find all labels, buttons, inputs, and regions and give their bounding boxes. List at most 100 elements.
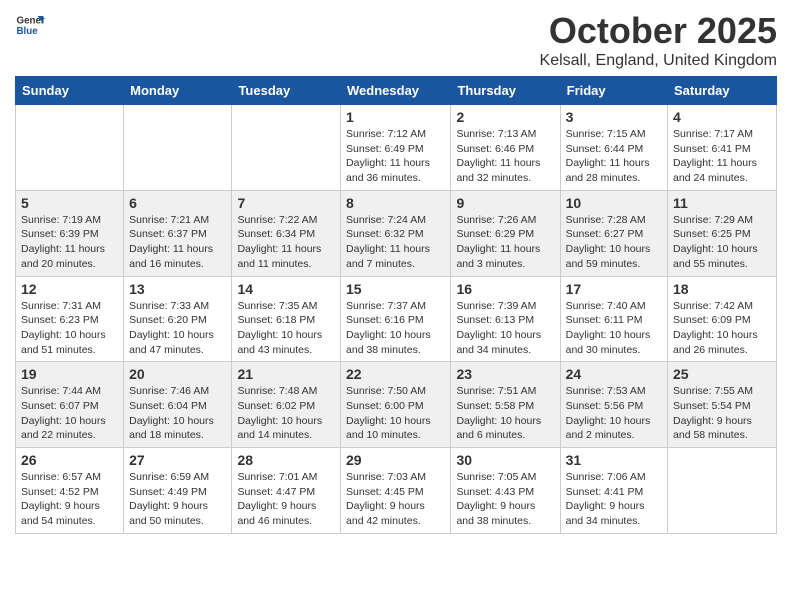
- day-info: Sunrise: 7:15 AM Sunset: 6:44 PM Dayligh…: [566, 127, 662, 186]
- day-cell: 8 Sunrise: 7:24 AM Sunset: 6:32 PM Daylig…: [341, 190, 451, 276]
- day-number: 13: [129, 281, 226, 297]
- day-info: Sunrise: 7:05 AM Sunset: 4:43 PM Dayligh…: [456, 470, 554, 529]
- day-number: 28: [237, 452, 335, 468]
- weekday-header-row: SundayMondayTuesdayWednesdayThursdayFrid…: [16, 77, 777, 105]
- day-number: 4: [673, 109, 771, 125]
- day-cell: 11 Sunrise: 7:29 AM Sunset: 6:25 PM Dayli…: [668, 190, 777, 276]
- day-info: Sunrise: 7:31 AM Sunset: 6:23 PM Dayligh…: [21, 299, 118, 358]
- day-number: 24: [566, 366, 662, 382]
- day-cell: 12Sunrise: 7:31 AM Sunset: 6:23 PM Dayli…: [16, 276, 124, 362]
- day-info: Sunrise: 7:50 AM Sunset: 6:00 PM Dayligh…: [346, 384, 445, 443]
- header: General Blue October 2025 Kelsall, Engla…: [15, 10, 777, 70]
- day-number: 2: [456, 109, 554, 125]
- weekday-header-monday: Monday: [124, 77, 232, 105]
- day-cell: 25 Sunrise: 7:55 AM Sunset: 5:54 PM Dayli…: [668, 362, 777, 448]
- day-info: Sunrise: 7:12 AM Sunset: 6:49 PM Dayligh…: [346, 127, 445, 186]
- day-cell: 7 Sunrise: 7:22 AM Sunset: 6:34 PM Daylig…: [232, 190, 341, 276]
- day-number: 11: [673, 195, 771, 211]
- day-cell: 10 Sunrise: 7:28 AM Sunset: 6:27 PM Dayli…: [560, 190, 667, 276]
- day-number: 31: [566, 452, 662, 468]
- day-info: Sunrise: 7:17 AM Sunset: 6:41 PM Dayligh…: [673, 127, 771, 186]
- day-cell: 23Sunrise: 7:51 AM Sunset: 5:58 PM Dayli…: [451, 362, 560, 448]
- day-number: 27: [129, 452, 226, 468]
- day-cell: 26 Sunrise: 6:57 AM Sunset: 4:52 PM Dayli…: [16, 448, 124, 534]
- day-info: Sunrise: 7:26 AM Sunset: 6:29 PM Dayligh…: [456, 213, 554, 272]
- day-info: Sunrise: 6:59 AM Sunset: 4:49 PM Dayligh…: [129, 470, 226, 529]
- day-number: 5: [21, 195, 118, 211]
- day-number: 20: [129, 366, 226, 382]
- day-number: 3: [566, 109, 662, 125]
- day-cell: [16, 105, 124, 191]
- location-title: Kelsall, England, United Kingdom: [540, 52, 777, 70]
- day-info: Sunrise: 7:24 AM Sunset: 6:32 PM Dayligh…: [346, 213, 445, 272]
- day-number: 25: [673, 366, 771, 382]
- day-number: 14: [237, 281, 335, 297]
- day-number: 16: [456, 281, 554, 297]
- calendar-body: 1 Sunrise: 7:12 AM Sunset: 6:49 PM Daylig…: [16, 105, 777, 534]
- weekday-header-wednesday: Wednesday: [341, 77, 451, 105]
- day-cell: 17 Sunrise: 7:40 AM Sunset: 6:11 PM Dayli…: [560, 276, 667, 362]
- day-info: Sunrise: 7:03 AM Sunset: 4:45 PM Dayligh…: [346, 470, 445, 529]
- day-cell: 20 Sunrise: 7:46 AM Sunset: 6:04 PM Dayli…: [124, 362, 232, 448]
- day-cell: 27 Sunrise: 6:59 AM Sunset: 4:49 PM Dayli…: [124, 448, 232, 534]
- week-row-4: 26 Sunrise: 6:57 AM Sunset: 4:52 PM Dayli…: [16, 448, 777, 534]
- day-cell: 19 Sunrise: 7:44 AM Sunset: 6:07 PM Dayli…: [16, 362, 124, 448]
- day-info: Sunrise: 7:40 AM Sunset: 6:11 PM Dayligh…: [566, 299, 662, 358]
- weekday-header-friday: Friday: [560, 77, 667, 105]
- week-row-0: 1 Sunrise: 7:12 AM Sunset: 6:49 PM Daylig…: [16, 105, 777, 191]
- month-title: October 2025: [540, 10, 777, 52]
- day-info: Sunrise: 7:28 AM Sunset: 6:27 PM Dayligh…: [566, 213, 662, 272]
- day-cell: 24 Sunrise: 7:53 AM Sunset: 5:56 PM Dayli…: [560, 362, 667, 448]
- day-info: Sunrise: 7:22 AM Sunset: 6:34 PM Dayligh…: [237, 213, 335, 272]
- day-number: 8: [346, 195, 445, 211]
- day-cell: [668, 448, 777, 534]
- day-cell: 5 Sunrise: 7:19 AM Sunset: 6:39 PM Daylig…: [16, 190, 124, 276]
- day-info: Sunrise: 6:57 AM Sunset: 4:52 PM Dayligh…: [21, 470, 118, 529]
- day-cell: 1 Sunrise: 7:12 AM Sunset: 6:49 PM Daylig…: [341, 105, 451, 191]
- day-cell: 31 Sunrise: 7:06 AM Sunset: 4:41 PM Dayli…: [560, 448, 667, 534]
- day-number: 6: [129, 195, 226, 211]
- day-info: Sunrise: 7:44 AM Sunset: 6:07 PM Dayligh…: [21, 384, 118, 443]
- day-cell: 22Sunrise: 7:50 AM Sunset: 6:00 PM Dayli…: [341, 362, 451, 448]
- day-info: Sunrise: 7:55 AM Sunset: 5:54 PM Dayligh…: [673, 384, 771, 443]
- day-number: 9: [456, 195, 554, 211]
- logo: General Blue: [15, 10, 45, 40]
- day-cell: 9 Sunrise: 7:26 AM Sunset: 6:29 PM Daylig…: [451, 190, 560, 276]
- day-info: Sunrise: 7:35 AM Sunset: 6:18 PM Dayligh…: [237, 299, 335, 358]
- calendar-table: SundayMondayTuesdayWednesdayThursdayFrid…: [15, 76, 777, 534]
- day-cell: 18Sunrise: 7:42 AM Sunset: 6:09 PM Dayli…: [668, 276, 777, 362]
- day-info: Sunrise: 7:13 AM Sunset: 6:46 PM Dayligh…: [456, 127, 554, 186]
- day-info: Sunrise: 7:33 AM Sunset: 6:20 PM Dayligh…: [129, 299, 226, 358]
- day-cell: 16Sunrise: 7:39 AM Sunset: 6:13 PM Dayli…: [451, 276, 560, 362]
- day-cell: 6Sunrise: 7:21 AM Sunset: 6:37 PM Daylig…: [124, 190, 232, 276]
- logo-icon: General Blue: [15, 10, 45, 40]
- day-info: Sunrise: 7:46 AM Sunset: 6:04 PM Dayligh…: [129, 384, 226, 443]
- day-info: Sunrise: 7:42 AM Sunset: 6:09 PM Dayligh…: [673, 299, 771, 358]
- day-cell: 21Sunrise: 7:48 AM Sunset: 6:02 PM Dayli…: [232, 362, 341, 448]
- day-number: 17: [566, 281, 662, 297]
- day-info: Sunrise: 7:53 AM Sunset: 5:56 PM Dayligh…: [566, 384, 662, 443]
- day-cell: 4 Sunrise: 7:17 AM Sunset: 6:41 PM Daylig…: [668, 105, 777, 191]
- week-row-3: 19 Sunrise: 7:44 AM Sunset: 6:07 PM Dayli…: [16, 362, 777, 448]
- weekday-header-sunday: Sunday: [16, 77, 124, 105]
- day-info: Sunrise: 7:51 AM Sunset: 5:58 PM Dayligh…: [456, 384, 554, 443]
- day-info: Sunrise: 7:06 AM Sunset: 4:41 PM Dayligh…: [566, 470, 662, 529]
- day-number: 7: [237, 195, 335, 211]
- day-cell: 29Sunrise: 7:03 AM Sunset: 4:45 PM Dayli…: [341, 448, 451, 534]
- day-cell: 2 Sunrise: 7:13 AM Sunset: 6:46 PM Daylig…: [451, 105, 560, 191]
- weekday-header-tuesday: Tuesday: [232, 77, 341, 105]
- day-info: Sunrise: 7:01 AM Sunset: 4:47 PM Dayligh…: [237, 470, 335, 529]
- day-number: 1: [346, 109, 445, 125]
- day-number: 26: [21, 452, 118, 468]
- day-number: 19: [21, 366, 118, 382]
- day-cell: 13 Sunrise: 7:33 AM Sunset: 6:20 PM Dayli…: [124, 276, 232, 362]
- day-number: 15: [346, 281, 445, 297]
- day-info: Sunrise: 7:29 AM Sunset: 6:25 PM Dayligh…: [673, 213, 771, 272]
- day-info: Sunrise: 7:19 AM Sunset: 6:39 PM Dayligh…: [21, 213, 118, 272]
- day-cell: 28 Sunrise: 7:01 AM Sunset: 4:47 PM Dayli…: [232, 448, 341, 534]
- calendar-header: SundayMondayTuesdayWednesdayThursdayFrid…: [16, 77, 777, 105]
- day-cell: [124, 105, 232, 191]
- title-area: October 2025 Kelsall, England, United Ki…: [540, 10, 777, 70]
- weekday-header-thursday: Thursday: [451, 77, 560, 105]
- day-number: 10: [566, 195, 662, 211]
